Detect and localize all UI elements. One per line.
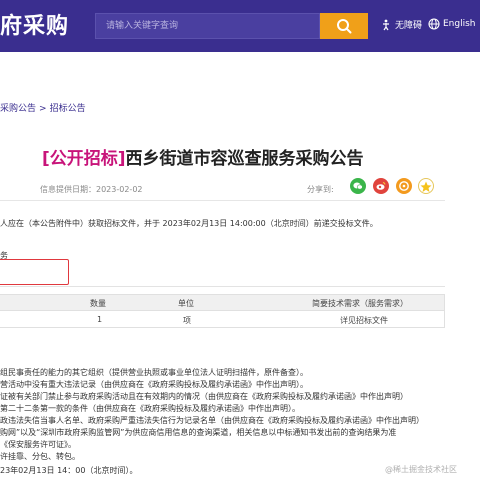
page-title: [公开招标]西乡街道市容巡查服务采购公告: [42, 144, 364, 169]
globe-icon: [428, 18, 440, 30]
section-divider: [0, 286, 445, 287]
english-label: English: [443, 19, 476, 29]
breadcrumb-separator: >: [39, 104, 47, 114]
accessibility-label: 无障碍: [395, 21, 423, 31]
requirements-table: 数量 单位 简要技术需求（服务需求） 1 项 详见招标文件: [0, 294, 445, 328]
requirement-line: 购网”以及“深圳市政府采购监管网”为供应商信用信息的查询渠道，相关信息以中标通知…: [0, 428, 397, 437]
search-button[interactable]: [320, 13, 368, 39]
qzone-share-icon[interactable]: [396, 178, 412, 194]
table-header: 数量 单位 简要技术需求（服务需求）: [0, 295, 444, 311]
header-quantity: 数量: [90, 299, 106, 308]
cell-requirements: 详见招标文件: [340, 316, 388, 325]
share-label: 分享到:: [307, 185, 334, 194]
search-input[interactable]: 请输入关键字查询: [95, 13, 320, 39]
requirement-line: 组民事责任的能力的其它组织（提供营业执照或事业单位法人证明扫描件，原件备查）。: [0, 368, 308, 377]
title-tag: [公开招标]: [42, 149, 126, 169]
accessibility-link[interactable]: 无障碍: [380, 18, 422, 31]
title-divider: [0, 200, 445, 201]
requirement-line: 《保安服务许可证》。: [0, 440, 76, 449]
wechat-share-icon[interactable]: [350, 178, 366, 194]
site-logo[interactable]: 府采购: [0, 8, 69, 40]
title-text: 西乡街道市容巡查服务采购公告: [125, 149, 364, 169]
search-icon: [337, 19, 352, 34]
site-header: 府采购 请输入关键字查询 无障碍 English: [0, 0, 480, 52]
publish-date-value: 2023-02-02: [96, 185, 143, 194]
breadcrumb-item-procurement[interactable]: 采购公告: [0, 104, 36, 114]
requirement-line: 营活动中没有重大违法记录（由供应商在《政府采购投标及履约承诺函》中作出声明）。: [0, 380, 308, 389]
requirement-line: 第二十二条第一款的条件（由供应商在《政府采购投标及履约承诺函》中作出声明）。: [0, 404, 300, 413]
publish-date-label: 信息提供日期：: [40, 185, 96, 194]
publish-date: 信息提供日期：2023-02-02: [40, 184, 143, 195]
intro-text: 人应在（本公告附件中）获取招标文件，并于 2023年02月13日 14:00:0…: [0, 219, 378, 228]
requirement-line: 证被有关部门禁止参与政府采购活动且在有效期内的情况（由供应商在《政府采购投标及履…: [0, 392, 408, 401]
breadcrumb: 采购公告 > 招标公告: [0, 101, 86, 114]
highlight-box: [0, 259, 69, 285]
accessibility-icon: [383, 19, 389, 30]
cell-quantity: 1: [97, 315, 103, 324]
breadcrumb-item-tender[interactable]: 招标公告: [50, 104, 86, 114]
cell-unit: 项: [183, 316, 191, 325]
watermark: @稀土掘金技术社区: [385, 465, 457, 474]
requirement-line: 许挂靠、分包、转包。: [0, 452, 80, 461]
weibo-share-icon[interactable]: [373, 178, 389, 194]
header-unit: 单位: [178, 299, 194, 308]
star-share-icon[interactable]: [418, 178, 434, 194]
english-link[interactable]: English: [428, 18, 476, 30]
requirement-line: 政违法失信当事人名单、政府采购严重违法失信行为记录名单（由供应商在《政府采购投标…: [0, 416, 424, 425]
deadline-line: 23年02月13日 14：00（北京时间）。: [0, 466, 138, 475]
header-requirements: 简要技术需求（服务需求）: [312, 299, 408, 308]
